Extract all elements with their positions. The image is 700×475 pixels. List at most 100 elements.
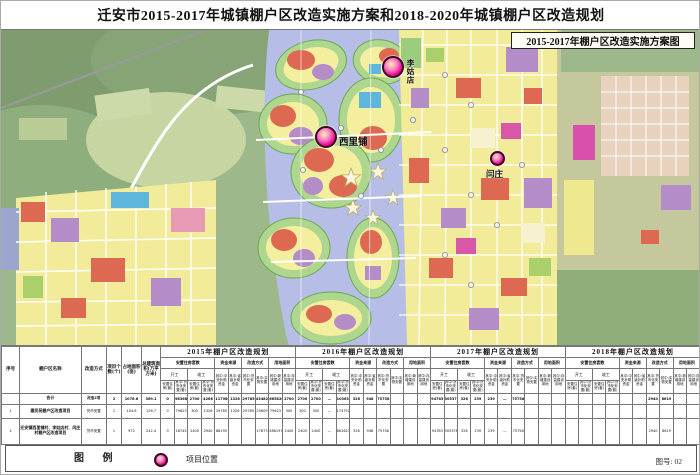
table-cell — [579, 393, 592, 404]
table-header-cell: 安置住房(套) — [296, 381, 309, 394]
table-header-cell: 竣工 — [188, 369, 215, 381]
table-cell: 29785 — [215, 404, 228, 418]
table-cell: 79623 — [174, 404, 187, 418]
table-cell — [228, 418, 241, 444]
legend-bar: 图 例 项目位置 图号: 02 — [5, 445, 697, 472]
table-header-cell: 2017年棚户区改造规划 — [431, 347, 566, 358]
table-cell: 迁安镇西里铺村、李姑店村、闫庄村棚户区改造项目 — [20, 418, 82, 444]
table-header-cell: 安置住房(套) — [565, 381, 578, 394]
table-cell — [673, 418, 686, 444]
page-title: 迁安市2015-2017年城镇棚户区改造实施方案和2018-2020年城镇棚户区… — [97, 5, 604, 25]
table-header-cell: 安置住房套数 — [296, 358, 350, 369]
table-cell — [633, 404, 646, 418]
table-cell — [646, 404, 659, 418]
table-cell — [619, 393, 632, 404]
table-header-cell: 用地面积 — [673, 358, 700, 369]
table-header-cell: 其中:货币化安置 — [242, 369, 255, 394]
island — [258, 218, 330, 278]
table-cell — [525, 393, 538, 404]
west-urban-grid — [1, 180, 216, 346]
table-cell: 117980 — [215, 393, 228, 404]
project-marker-ligudian — [382, 56, 404, 78]
table-cell: — — [323, 393, 336, 404]
table-header-cell: 其中:货币化安置(套) — [309, 381, 322, 394]
table-cell: 300 — [282, 404, 295, 418]
table-cell — [377, 404, 390, 418]
table-cell: 8619 — [660, 418, 673, 444]
table-cell: 972 — [122, 418, 142, 444]
table-header-cell: 用地面积 — [538, 358, 565, 369]
table-header-cell: 开工 — [431, 369, 458, 381]
map-label-ligudian: 李姑店 — [405, 59, 416, 85]
table-cell: 75758 — [511, 393, 524, 404]
table-cell — [431, 404, 444, 418]
table-cell: 2700 — [282, 393, 295, 404]
table-header-cell: 其中:省级补助资金 — [228, 369, 241, 394]
table-cell — [242, 418, 255, 444]
table-cell: 586197 — [269, 418, 282, 444]
table-cell: 79623 — [269, 404, 282, 418]
map-label-xilipu: 西里铺 — [339, 134, 368, 148]
table-cell — [471, 404, 484, 418]
table-cell: 75758 — [377, 418, 390, 444]
table-header-cell: 竣工 — [323, 369, 350, 381]
table-cell: 货币安置 — [81, 418, 106, 444]
table-cell: 1 — [2, 404, 20, 418]
title-bar: 迁安市2015-2017年城镇棚户区改造实施方案和2018-2020年城镇棚户区… — [1, 1, 700, 29]
table-header-cell: 其中:中央补助资金 — [484, 369, 497, 394]
table-cell: 1326 — [228, 393, 241, 404]
table-header-cell: 安置住房套数 — [431, 358, 485, 369]
table-cell — [444, 404, 457, 418]
table-cell — [484, 404, 497, 418]
table-header-cell: 资金来源 — [350, 358, 377, 369]
table-header-cell: 其中:存量建设用地 — [282, 369, 295, 394]
table-cell — [404, 404, 417, 418]
table-cell: — — [498, 418, 511, 444]
table-cell: 75758 — [377, 393, 390, 404]
table-cell — [633, 418, 646, 444]
table-cell: 17873 — [255, 418, 268, 444]
table-cell: 2940 — [201, 418, 214, 444]
table-cell: 1076.6 — [122, 393, 142, 404]
table-cell: 300 — [296, 404, 309, 418]
table-cell: 2940 — [646, 393, 659, 404]
table-header-cell: 改造方式 — [511, 358, 538, 369]
table-header-cell: 改造方式 — [242, 358, 269, 369]
table-header-cell: 其中:省级补助资金 — [498, 369, 511, 394]
table-cell: 2400 — [309, 418, 322, 444]
table-cell — [606, 393, 619, 404]
table-header-cell: 资金来源 — [484, 358, 511, 369]
table-header-cell: 竣工 — [458, 369, 485, 381]
table-cell: 239 — [484, 418, 497, 444]
table-cell: 4266 — [201, 393, 214, 404]
table-cell: 300 — [309, 404, 322, 418]
table-cell — [619, 404, 632, 418]
table-cell — [525, 404, 538, 418]
table-header-cell: 其中:货币化安置(套) — [444, 381, 457, 394]
legend-title: 图 例 — [74, 449, 121, 464]
table-header-cell: 用地面积 — [269, 358, 296, 369]
table-cell — [687, 404, 700, 418]
table-header-cell: 其中:存量建设用地 — [417, 369, 430, 394]
table-cell: 2 — [106, 393, 121, 404]
table-cell — [538, 418, 551, 444]
project-marker-yanzhuang — [490, 151, 505, 166]
table-cell — [592, 418, 605, 444]
table-header-cell: 棚户区名称 — [20, 347, 82, 394]
table-cell: 2400 — [282, 418, 295, 444]
table-cell — [458, 404, 471, 418]
table-header-cell: 其中:省级补助资金 — [633, 369, 646, 394]
table-cell: 94783 — [431, 418, 444, 444]
table-header-cell: 其中:存量建设用地 — [552, 369, 565, 394]
table-cell — [2, 393, 20, 404]
table-header-cell: 其中:中央补助资金 — [215, 369, 228, 394]
table-cell — [538, 393, 551, 404]
table-header-cell: 安置住房(套) — [431, 381, 444, 394]
table-header-cell: 开工 — [161, 369, 188, 381]
table-cell — [552, 418, 565, 444]
legend-item-label: 项目位置 — [186, 454, 218, 465]
plan-sheet: 迁安市2015-2017年城镇棚户区改造实施方案和2018-2020年城镇棚户区… — [0, 0, 700, 475]
table-header-cell: 其中:货币化安置(套) — [471, 381, 484, 394]
project-marker-xilipu — [315, 126, 337, 148]
table-header-cell: 其中:实物安置 — [255, 369, 268, 394]
